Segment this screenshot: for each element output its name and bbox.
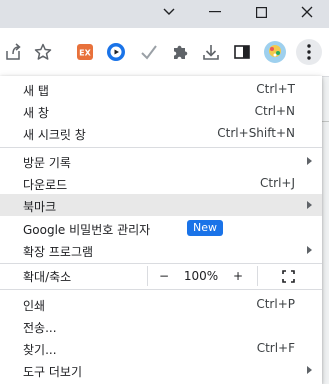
menu-item-label: Google 비밀번호 관리자: [23, 223, 151, 237]
menu-item-cast[interactable]: 전송...: [0, 315, 322, 337]
menu-item-print[interactable]: 인쇄 Ctrl+P: [0, 293, 322, 315]
menu-item-label: 확장 프로그램: [23, 245, 94, 259]
more-menu-button[interactable]: [296, 39, 322, 65]
menu-item-find[interactable]: 찾기... Ctrl+F: [0, 337, 322, 359]
submenu-arrow-icon: [307, 157, 312, 165]
chrome-menu: 새 탭 Ctrl+T 새 창 Ctrl+N 새 시크릿 창 Ctrl+Shift…: [0, 76, 322, 384]
profile-button[interactable]: [263, 40, 287, 64]
zoom-value: 100%: [183, 269, 219, 283]
extension-play-button[interactable]: [104, 40, 128, 64]
chevron-down-icon: [163, 8, 175, 15]
extensions-button[interactable]: [168, 40, 192, 64]
menu-item-label: 방문 기록: [23, 156, 71, 170]
menu-item-label: 다운로드: [23, 178, 68, 192]
menu-item-label: 새 시크릿 창: [23, 128, 86, 142]
share-button[interactable]: [1, 40, 25, 64]
menu-item-label: 북마크: [23, 200, 57, 214]
zoom-out-button[interactable]: −: [150, 264, 178, 288]
profile-avatar: [264, 41, 286, 63]
menu-item-new-tab[interactable]: 새 탭 Ctrl+T: [0, 78, 322, 100]
menu-item-label: 찾기...: [23, 343, 57, 357]
menu-item-extensions[interactable]: 확장 프로그램: [0, 239, 322, 261]
menu-item-password-manager[interactable]: Google 비밀번호 관리자 New: [0, 217, 322, 239]
menu-item-label: 도구 더보기: [23, 365, 83, 379]
menu-separator: [0, 147, 322, 148]
zoom-divider: [147, 266, 148, 286]
extension-play-icon: [107, 43, 125, 61]
menu-item-new-window[interactable]: 새 창 Ctrl+N: [0, 100, 322, 122]
extension-check-icon: [141, 45, 157, 60]
more-menu-icon: [307, 44, 311, 60]
tab-search-button[interactable]: [146, 0, 192, 24]
menu-item-label: 새 창: [23, 106, 49, 120]
zoom-level: 100%: [178, 264, 224, 288]
download-icon: [203, 45, 219, 60]
side-panel-icon: [234, 45, 250, 59]
downloads-button[interactable]: [199, 40, 223, 64]
menu-item-bookmarks[interactable]: 북마크: [0, 194, 322, 216]
menu-item-more-tools[interactable]: 도구 더보기: [0, 359, 322, 381]
side-panel-button[interactable]: [230, 40, 254, 64]
new-badge: New: [187, 220, 223, 236]
menu-item-label: 인쇄: [23, 299, 46, 313]
minimize-button[interactable]: [192, 0, 238, 24]
toolbar: EX: [0, 28, 329, 77]
fullscreen-icon: [281, 269, 295, 283]
menu-item-downloads[interactable]: 다운로드 Ctrl+J: [0, 172, 322, 194]
zoom-row: 확대/축소 − 100% +: [0, 264, 322, 288]
share-icon: [6, 43, 21, 60]
submenu-arrow-icon: [307, 366, 312, 374]
extensions-puzzle-icon: [174, 45, 188, 59]
menu-item-incognito[interactable]: 새 시크릿 창 Ctrl+Shift+N: [0, 122, 322, 144]
menu-separator: [0, 289, 322, 290]
zoom-divider: [257, 266, 258, 286]
submenu-arrow-icon: [307, 201, 312, 209]
page-content-edge: [322, 77, 329, 384]
maximize-button[interactable]: [238, 0, 284, 24]
minimize-icon: [209, 11, 221, 13]
svg-text:EX: EX: [79, 49, 91, 58]
menu-item-label: 새 탭: [23, 84, 49, 98]
close-window-button[interactable]: [284, 0, 329, 24]
menu-item-label: 전송...: [23, 321, 57, 335]
menu-item-shortcut: Ctrl+Shift+N: [217, 126, 295, 140]
bookmark-star-icon: [34, 43, 52, 60]
menu-item-shortcut: Ctrl+N: [254, 104, 295, 118]
title-bar: [0, 0, 329, 28]
maximize-icon: [255, 6, 267, 18]
menu-item-shortcut: Ctrl+J: [260, 176, 295, 190]
bookmark-star-button[interactable]: [31, 40, 55, 64]
extension-ex-icon: EX: [77, 44, 93, 60]
menu-item-shortcut: Ctrl+T: [256, 82, 295, 96]
menu-item-shortcut: Ctrl+F: [256, 341, 295, 355]
extension-check-button[interactable]: [137, 40, 161, 64]
extension-ex-button[interactable]: EX: [73, 40, 97, 64]
menu-item-history[interactable]: 방문 기록: [0, 150, 322, 172]
zoom-label: 확대/축소: [23, 270, 72, 284]
zoom-in-button[interactable]: +: [224, 264, 252, 288]
minus-icon: −: [158, 269, 170, 283]
menu-item-shortcut: Ctrl+P: [256, 297, 295, 311]
fullscreen-button[interactable]: [274, 264, 302, 288]
close-icon: [301, 6, 313, 18]
plus-icon: +: [232, 269, 244, 283]
submenu-arrow-icon: [307, 246, 312, 254]
